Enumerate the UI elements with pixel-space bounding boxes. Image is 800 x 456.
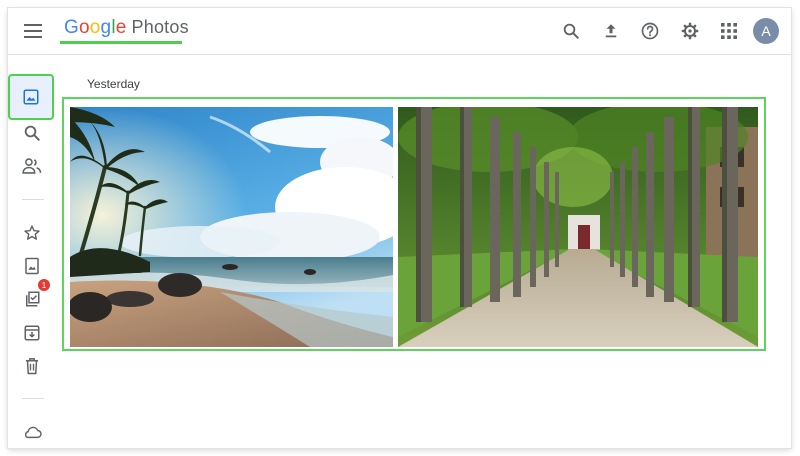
- hamburger-menu-icon: [24, 24, 42, 38]
- logo-letter: e: [115, 17, 127, 38]
- upload-button[interactable]: [595, 15, 627, 47]
- logo-highlight-underline: [60, 41, 182, 44]
- sidebar-nav: 1: [8, 55, 60, 448]
- album-icon: [25, 257, 39, 275]
- trash-icon: [26, 358, 38, 375]
- logo-brand: Google: [64, 17, 127, 38]
- sidebar-item-archive[interactable]: [20, 321, 44, 345]
- settings-icon: [681, 22, 698, 40]
- logo-letter: o: [78, 17, 90, 38]
- google-apps-button[interactable]: [713, 15, 745, 47]
- search-icon: [24, 125, 40, 141]
- cloud-icon: [24, 426, 42, 439]
- top-bar: Google Photos A: [8, 8, 791, 55]
- photo-grid-highlight: [62, 97, 766, 351]
- sidebar-item-explore[interactable]: [20, 121, 44, 145]
- settings-button[interactable]: [674, 15, 706, 47]
- logo-letter: o: [89, 17, 101, 38]
- logo-product-name: Photos: [131, 17, 189, 37]
- help-button[interactable]: [634, 15, 666, 47]
- header-actions: A: [548, 15, 779, 47]
- upload-icon: [605, 24, 616, 38]
- sidebar-item-photos[interactable]: [10, 76, 52, 118]
- main-menu-button[interactable]: [20, 18, 46, 44]
- search-icon: [563, 23, 579, 39]
- account-avatar[interactable]: A: [753, 18, 779, 44]
- photo-icon: [23, 89, 39, 105]
- help-icon: [641, 22, 659, 40]
- sidebar-divider: [22, 398, 44, 399]
- search-button[interactable]: [555, 15, 587, 47]
- sidebar-item-trash[interactable]: [20, 354, 44, 378]
- google-photos-logo[interactable]: Google Photos: [64, 17, 189, 39]
- sidebar-item-favorites[interactable]: [20, 221, 44, 245]
- sidebar-item-albums[interactable]: [20, 254, 44, 278]
- people-icon: [22, 158, 42, 174]
- sidebar-item-utilities[interactable]: 1: [20, 279, 50, 311]
- sidebar-item-storage[interactable]: [20, 420, 44, 444]
- utilities-badge: 1: [38, 279, 50, 291]
- checklist-icon: [26, 291, 40, 307]
- logo-letter: G: [64, 17, 79, 38]
- apps-grid-icon: [721, 23, 737, 39]
- date-section-title: Yesterday: [87, 77, 140, 91]
- tree-avenue-photo[interactable]: [398, 107, 758, 347]
- beach-photo[interactable]: [70, 107, 393, 347]
- sidebar-divider: [22, 199, 44, 200]
- beach-photo-image: [70, 107, 393, 347]
- star-icon: [24, 225, 40, 240]
- logo-letter: g: [100, 17, 112, 38]
- app-window: Google Photos A 1 Yesterday: [8, 8, 791, 448]
- sidebar-item-sharing[interactable]: [20, 154, 44, 178]
- tree-avenue-photo-image: [398, 107, 758, 347]
- archive-icon: [24, 325, 40, 341]
